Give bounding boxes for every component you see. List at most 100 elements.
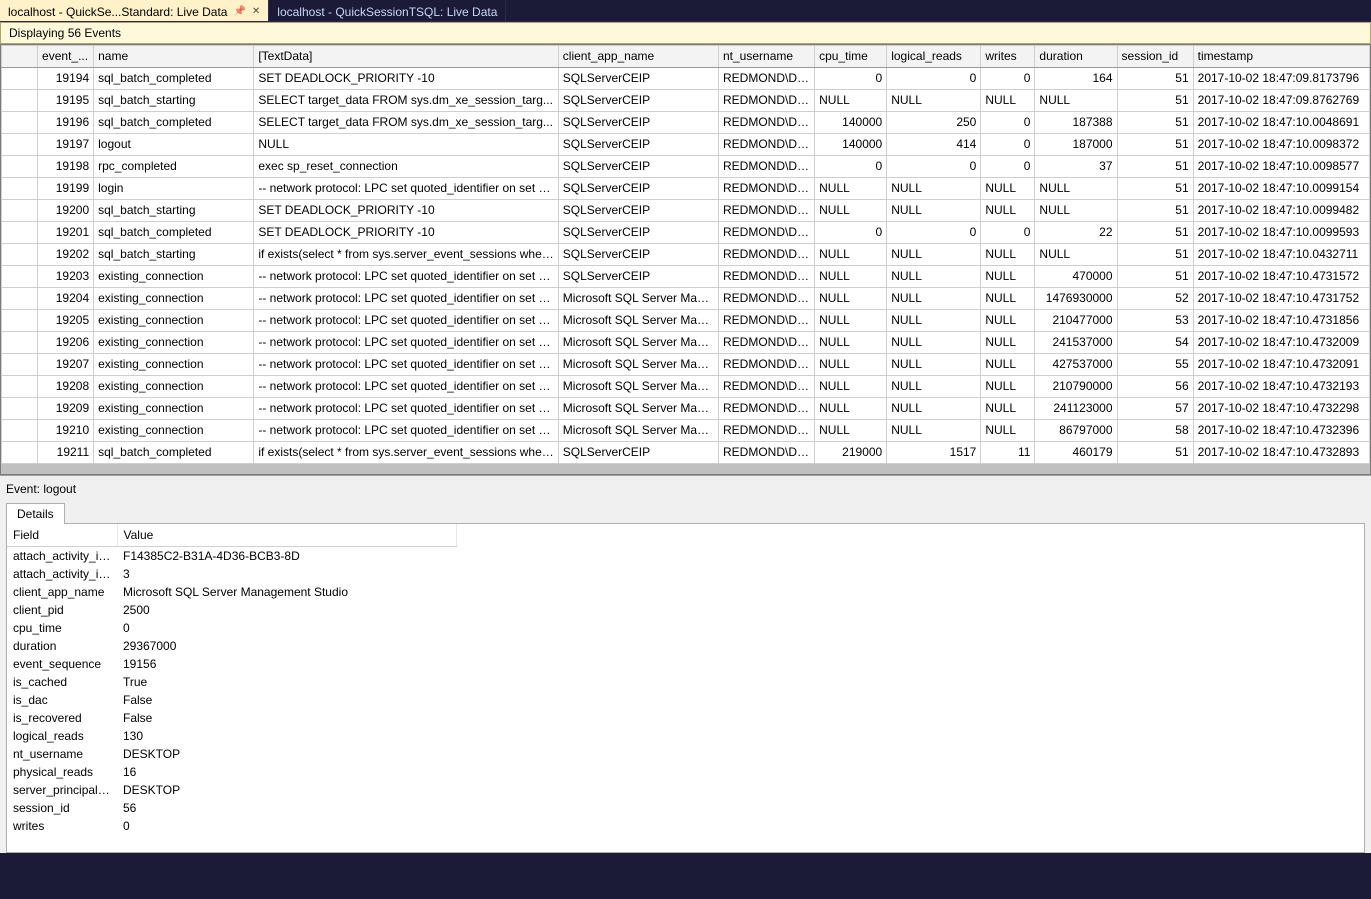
cell-dur[interactable]: NULL: [1035, 200, 1117, 222]
cell-ts[interactable]: 2017-10-02 18:47:10.0098577: [1193, 156, 1369, 178]
pin-icon[interactable]: 📌: [233, 6, 245, 17]
cell-event[interactable]: 19194: [38, 68, 94, 90]
cell-event[interactable]: 19210: [38, 420, 94, 442]
cell-sess[interactable]: 56: [1117, 376, 1193, 398]
cell-sess[interactable]: 51: [1117, 178, 1193, 200]
cell-writes[interactable]: 11: [981, 442, 1035, 464]
cell-writes[interactable]: NULL: [981, 310, 1035, 332]
cell-app[interactable]: SQLServerCEIP: [558, 222, 718, 244]
table-row[interactable]: 19204existing_connection-- network proto…: [2, 288, 1370, 310]
events-grid[interactable]: event_... name [TextData] client_app_nam…: [1, 45, 1370, 464]
cell-event[interactable]: 19211: [38, 442, 94, 464]
cell-name[interactable]: existing_connection: [94, 420, 254, 442]
cell-sess[interactable]: 51: [1117, 442, 1193, 464]
cell-dur[interactable]: 187000: [1035, 134, 1117, 156]
col-dur[interactable]: duration: [1035, 46, 1117, 68]
cell-name[interactable]: logout: [94, 134, 254, 156]
cell-dur[interactable]: 470000: [1035, 266, 1117, 288]
cell-dur[interactable]: NULL: [1035, 244, 1117, 266]
cell-dur[interactable]: 427537000: [1035, 354, 1117, 376]
cell-event[interactable]: 19201: [38, 222, 94, 244]
cell-name[interactable]: sql_batch_completed: [94, 68, 254, 90]
cell-name[interactable]: sql_batch_completed: [94, 442, 254, 464]
row-selector-cell[interactable]: [2, 354, 38, 376]
details-row[interactable]: client_pid2500: [7, 601, 457, 619]
cell-ts[interactable]: 2017-10-02 18:47:10.0432711: [1193, 244, 1369, 266]
cell-nt[interactable]: REDMOND\DES...: [719, 112, 815, 134]
cell-dur[interactable]: 210477000: [1035, 310, 1117, 332]
details-col-field[interactable]: Field: [7, 524, 117, 547]
details-row[interactable]: server_principal_na...DESKTOP: [7, 781, 457, 799]
cell-sess[interactable]: 55: [1117, 354, 1193, 376]
cell-event[interactable]: 19205: [38, 310, 94, 332]
cell-dur[interactable]: 1476930000: [1035, 288, 1117, 310]
cell-text[interactable]: SET DEADLOCK_PRIORITY -10: [254, 68, 558, 90]
cell-name[interactable]: sql_batch_starting: [94, 200, 254, 222]
cell-ts[interactable]: 2017-10-02 18:47:10.0099593: [1193, 222, 1369, 244]
cell-app[interactable]: SQLServerCEIP: [558, 200, 718, 222]
close-icon[interactable]: ✕: [252, 6, 260, 17]
row-selector-cell[interactable]: [2, 266, 38, 288]
cell-dur[interactable]: NULL: [1035, 90, 1117, 112]
cell-writes[interactable]: 0: [981, 134, 1035, 156]
cell-name[interactable]: existing_connection: [94, 310, 254, 332]
cell-nt[interactable]: REDMOND\DES...: [719, 332, 815, 354]
cell-event[interactable]: 19207: [38, 354, 94, 376]
cell-nt[interactable]: REDMOND\DES...: [719, 222, 815, 244]
cell-nt[interactable]: REDMOND\DES...: [719, 134, 815, 156]
details-tab[interactable]: Details: [6, 503, 65, 524]
cell-text[interactable]: -- network protocol: LPC set quoted_iden…: [254, 310, 558, 332]
filter-status-bar[interactable]: Displaying 56 Events: [0, 22, 1371, 44]
table-row[interactable]: 19210existing_connection-- network proto…: [2, 420, 1370, 442]
cell-event[interactable]: 19209: [38, 398, 94, 420]
cell-cpu[interactable]: NULL: [815, 266, 887, 288]
cell-text[interactable]: if exists(select * from sys.server_event…: [254, 442, 558, 464]
cell-ts[interactable]: 2017-10-02 18:47:10.0099154: [1193, 178, 1369, 200]
cell-name[interactable]: sql_batch_completed: [94, 112, 254, 134]
cell-logical[interactable]: 414: [887, 134, 981, 156]
cell-text[interactable]: -- network protocol: LPC set quoted_iden…: [254, 376, 558, 398]
col-sess[interactable]: session_id: [1117, 46, 1193, 68]
cell-ts[interactable]: 2017-10-02 18:47:09.8173796: [1193, 68, 1369, 90]
cell-cpu[interactable]: 0: [815, 68, 887, 90]
table-row[interactable]: 19205existing_connection-- network proto…: [2, 310, 1370, 332]
tab-quicksession-standard[interactable]: localhost - QuickSe...Standard: Live Dat…: [0, 0, 269, 21]
cell-writes[interactable]: NULL: [981, 266, 1035, 288]
cell-writes[interactable]: 0: [981, 112, 1035, 134]
cell-sess[interactable]: 52: [1117, 288, 1193, 310]
cell-text[interactable]: exec sp_reset_connection: [254, 156, 558, 178]
cell-cpu[interactable]: NULL: [815, 178, 887, 200]
cell-name[interactable]: existing_connection: [94, 398, 254, 420]
col-app[interactable]: client_app_name: [558, 46, 718, 68]
cell-nt[interactable]: REDMOND\DES...: [719, 244, 815, 266]
table-row[interactable]: 19197logoutNULLSQLServerCEIPREDMOND\DES.…: [2, 134, 1370, 156]
row-selector-cell[interactable]: [2, 178, 38, 200]
cell-logical[interactable]: NULL: [887, 398, 981, 420]
row-selector-cell[interactable]: [2, 420, 38, 442]
cell-app[interactable]: Microsoft SQL Server Manage...: [558, 376, 718, 398]
cell-app[interactable]: SQLServerCEIP: [558, 244, 718, 266]
cell-app[interactable]: Microsoft SQL Server Manage...: [558, 398, 718, 420]
cell-dur[interactable]: 164: [1035, 68, 1117, 90]
table-row[interactable]: 19195sql_batch_startingSELECT target_dat…: [2, 90, 1370, 112]
cell-ts[interactable]: 2017-10-02 18:47:10.4732193: [1193, 376, 1369, 398]
cell-name[interactable]: existing_connection: [94, 332, 254, 354]
row-selector-cell[interactable]: [2, 288, 38, 310]
cell-name[interactable]: existing_connection: [94, 354, 254, 376]
cell-text[interactable]: -- network protocol: LPC set quoted_iden…: [254, 178, 558, 200]
cell-dur[interactable]: 187388: [1035, 112, 1117, 134]
details-row[interactable]: logical_reads130: [7, 727, 457, 745]
col-logical[interactable]: logical_reads: [887, 46, 981, 68]
cell-logical[interactable]: NULL: [887, 376, 981, 398]
cell-nt[interactable]: REDMOND\DES...: [719, 266, 815, 288]
details-row[interactable]: is_cachedTrue: [7, 673, 457, 691]
col-name[interactable]: name: [94, 46, 254, 68]
cell-logical[interactable]: NULL: [887, 288, 981, 310]
tab-quicksession-tsql[interactable]: localhost - QuickSessionTSQL: Live Data: [269, 0, 506, 21]
row-selector-cell[interactable]: [2, 200, 38, 222]
cell-ts[interactable]: 2017-10-02 18:47:09.8762769: [1193, 90, 1369, 112]
cell-writes[interactable]: NULL: [981, 398, 1035, 420]
cell-text[interactable]: -- network protocol: LPC set quoted_iden…: [254, 398, 558, 420]
table-row[interactable]: 19196sql_batch_completedSELECT target_da…: [2, 112, 1370, 134]
cell-app[interactable]: Microsoft SQL Server Manage...: [558, 288, 718, 310]
